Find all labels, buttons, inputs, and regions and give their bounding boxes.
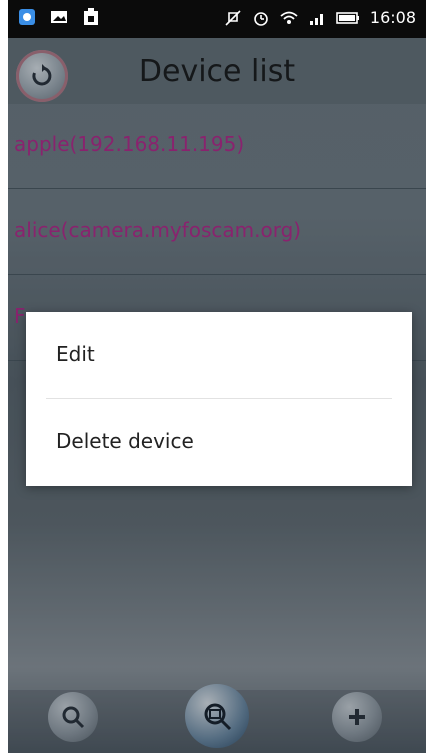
alarm-icon — [254, 11, 268, 26]
status-time: 16:08 — [369, 8, 416, 27]
status-bar: 16:08 — [8, 0, 426, 38]
battery-icon — [336, 11, 359, 24]
mute-icon — [225, 9, 241, 26]
edit-menu-item[interactable]: Edit — [26, 312, 412, 398]
image-icon — [51, 11, 67, 23]
status-bar-left — [18, 8, 100, 26]
edit-label: Edit — [56, 342, 95, 366]
status-bar-right: 16:08 — [224, 8, 416, 27]
notification-icon — [84, 8, 98, 25]
app-icon — [19, 9, 35, 25]
context-menu-dialog: Edit Delete device — [26, 312, 412, 486]
delete-device-menu-item[interactable]: Delete device — [26, 399, 412, 485]
phone-screen: 16:08 Device list apple(192.168.11.195) … — [8, 0, 426, 753]
signal-icon — [309, 13, 323, 25]
delete-device-label: Delete device — [56, 429, 194, 453]
wifi-icon — [280, 11, 298, 24]
